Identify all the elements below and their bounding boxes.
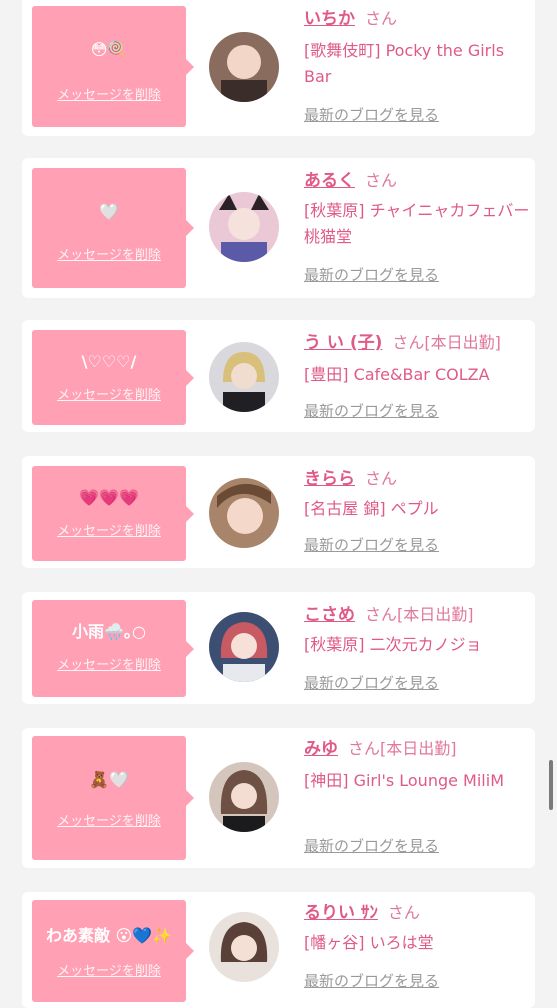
avatar[interactable]: [209, 612, 279, 682]
avatar-icon: [209, 32, 279, 102]
cast-name-link[interactable]: るりい ｻﾝ さん: [304, 902, 420, 924]
scrollbar[interactable]: [549, 760, 553, 810]
name-suffix: さん: [365, 171, 398, 190]
latest-blog-link[interactable]: 最新のブログを見る: [304, 536, 439, 554]
latest-blog-link[interactable]: 最新のブログを見る: [304, 972, 439, 990]
latest-blog-link[interactable]: 最新のブログを見る: [304, 266, 439, 284]
shop-name: [秋葉原] チャイニャカフェバー 桃猫堂: [304, 201, 530, 246]
name-suffix: さん[本日出勤]: [348, 739, 457, 758]
message-card: わあ素敵 😮💙✨ メッセージを削除 るりい ｻﾝ さん [幡ヶ谷] いろは堂 最新…: [22, 892, 535, 1008]
shop-name: [神田] Girl's Lounge MiliM: [304, 771, 504, 790]
message-bubble: 💗💗💗 メッセージを削除: [32, 466, 194, 561]
delete-message-link[interactable]: メッセージを削除: [32, 658, 186, 674]
cast-name-link[interactable]: きらら さん: [304, 468, 397, 490]
delete-message-link[interactable]: メッセージを削除: [32, 524, 186, 540]
avatar-icon: [209, 478, 279, 548]
message-text: わあ素敵 😮💙✨: [45, 926, 173, 945]
cast-name-link[interactable]: いちか さん: [304, 8, 397, 30]
shop-name: [幡ヶ谷] いろは堂: [304, 933, 434, 952]
avatar-icon: [209, 912, 279, 982]
message-bubble: 🧸🤍 メッセージを削除: [32, 736, 194, 860]
message-text: 💗💗💗: [79, 488, 139, 507]
name-suffix: さん[本日出勤]: [365, 605, 474, 624]
message-bubble: 😳🍭 メッセージを削除: [32, 6, 194, 127]
delete-message-link[interactable]: メッセージを削除: [32, 248, 186, 264]
shop-name: [豊田] Cafe&Bar COLZA: [304, 365, 490, 384]
message-card: 🤍 メッセージを削除 あるく さん [秋葉原] チャイニャカフェバー 桃猫堂 最新…: [22, 158, 535, 298]
message-bubble: わあ素敵 😮💙✨ メッセージを削除: [32, 900, 194, 1002]
message-bubble: \♡♡♡/ メッセージを削除: [32, 330, 194, 425]
latest-blog-link[interactable]: 最新のブログを見る: [304, 106, 439, 124]
message-card: 🧸🤍 メッセージを削除 みゆ さん[本日出勤] [神田] Girl's Loung…: [22, 728, 535, 868]
cast-name-link[interactable]: あるく さん: [304, 170, 397, 192]
name-suffix: さん: [365, 9, 398, 28]
name-suffix: さん: [365, 469, 398, 488]
name-suffix: さん: [387, 903, 420, 922]
avatar-icon: [209, 762, 279, 832]
cast-name-link[interactable]: こさめ さん[本日出勤]: [304, 604, 474, 626]
message-text: 🤍: [99, 202, 119, 221]
avatar[interactable]: [209, 32, 279, 102]
message-bubble: 🤍 メッセージを削除: [32, 168, 194, 288]
shop-name: [名古屋 錦] ペプル: [304, 499, 439, 518]
avatar[interactable]: [209, 342, 279, 412]
avatar-icon: [209, 612, 279, 682]
message-card: 😳🍭 メッセージを削除 いちか さん [歌舞伎町] Pocky the Girls…: [22, 0, 535, 136]
avatar[interactable]: [209, 192, 279, 262]
cast-name-link[interactable]: みゆ さん[本日出勤]: [304, 738, 457, 760]
delete-message-link[interactable]: メッセージを削除: [32, 388, 186, 404]
message-text: 小雨🌧️｡○: [72, 622, 146, 641]
message-text: 🧸🤍: [89, 770, 129, 789]
latest-blog-link[interactable]: 最新のブログを見る: [304, 837, 439, 855]
message-card: \♡♡♡/ メッセージを削除 う い (子) さん[本日出勤] [豊田] Cafe…: [22, 320, 535, 432]
cast-name-link[interactable]: う い (子) さん[本日出勤]: [304, 332, 501, 354]
message-text: 😳🍭: [90, 40, 128, 59]
message-bubble: 小雨🌧️｡○ メッセージを削除: [32, 600, 194, 697]
latest-blog-link[interactable]: 最新のブログを見る: [304, 674, 439, 692]
name-suffix: さん[本日出勤]: [392, 333, 501, 352]
avatar[interactable]: [209, 762, 279, 832]
message-card: 💗💗💗 メッセージを削除 きらら さん [名古屋 錦] ペプル 最新のブログを見る: [22, 456, 535, 568]
message-text: \♡♡♡/: [81, 352, 137, 371]
avatar[interactable]: [209, 478, 279, 548]
shop-name: [歌舞伎町] Pocky the Girls Bar: [304, 41, 505, 86]
delete-message-link[interactable]: メッセージを削除: [32, 964, 186, 980]
delete-message-link[interactable]: メッセージを削除: [32, 814, 186, 830]
message-card: 小雨🌧️｡○ メッセージを削除 こさめ さん[本日出勤] [秋葉原] 二次元カノジ…: [22, 592, 535, 704]
avatar-icon: [209, 342, 279, 412]
avatar[interactable]: [209, 912, 279, 982]
shop-name: [秋葉原] 二次元カノジョ: [304, 635, 482, 654]
avatar-icon: [209, 192, 279, 262]
latest-blog-link[interactable]: 最新のブログを見る: [304, 402, 439, 420]
delete-message-link[interactable]: メッセージを削除: [32, 88, 186, 104]
